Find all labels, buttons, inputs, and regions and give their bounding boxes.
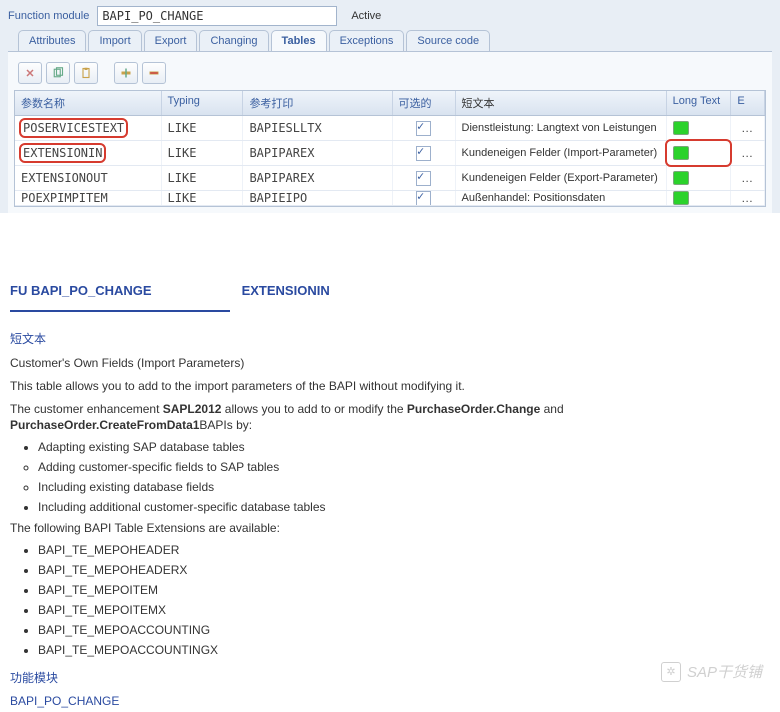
- cell-typing[interactable]: LIKE: [162, 116, 244, 140]
- cell-shorttext[interactable]: Dienstleistung: Langtext von Leistungen: [456, 116, 667, 140]
- cell-ref[interactable]: BAPIEIPO: [243, 191, 392, 206]
- table-row[interactable]: POEXPIMPITEM LIKE BAPIEIPO Außenhandel: …: [15, 191, 765, 206]
- paragraph: The customer enhancement SAPL2012 allows…: [10, 401, 770, 435]
- cell-shorttext[interactable]: Außenhandel: Positionsdaten: [456, 191, 667, 206]
- table-row[interactable]: EXTENSIONOUT LIKE BAPIPAREX Kundeneigen …: [15, 166, 765, 191]
- status-led-icon: [673, 171, 689, 185]
- col-header-optional[interactable]: 可选的: [393, 91, 456, 115]
- cell-param[interactable]: EXTENSIONOUT: [15, 166, 162, 190]
- watermark: ✲ SAP干货铺: [661, 661, 762, 682]
- list-item: BAPI_TE_MEPOHEADER: [38, 543, 770, 557]
- fm-name-link[interactable]: BAPI_PO_CHANGE: [10, 694, 770, 708]
- paragraph: The following BAPI Table Extensions are …: [10, 520, 770, 537]
- tab-tables[interactable]: Tables: [271, 30, 327, 51]
- sap-header-area: Function module Active Attributes Import…: [0, 0, 780, 213]
- doc-title-param: EXTENSIONIN: [242, 283, 330, 298]
- function-module-row: Function module Active: [8, 6, 772, 30]
- tab-export[interactable]: Export: [144, 30, 198, 51]
- status-led-icon: [673, 146, 689, 160]
- list-item: BAPI_TE_MEPOACCOUNTINGX: [38, 643, 770, 657]
- cell-more[interactable]: …: [731, 191, 765, 206]
- insert-row-button[interactable]: [114, 62, 138, 84]
- col-header-longtext[interactable]: Long Text: [667, 91, 732, 115]
- col-header-typing[interactable]: Typing: [162, 91, 244, 115]
- cell-shorttext[interactable]: Kundeneigen Felder (Import-Parameter): [456, 141, 667, 165]
- tab-strip: Attributes Import Export Changing Tables…: [8, 30, 772, 51]
- checkbox-icon[interactable]: [416, 191, 431, 206]
- cell-longtext[interactable]: [667, 166, 732, 190]
- copy-button[interactable]: [46, 62, 70, 84]
- col-header-ref[interactable]: 参考打印: [243, 91, 392, 115]
- cell-longtext[interactable]: [667, 116, 732, 140]
- extension-list: BAPI_TE_MEPOHEADER BAPI_TE_MEPOHEADERX B…: [38, 543, 770, 657]
- cell-typing[interactable]: LIKE: [162, 141, 244, 165]
- cell-param[interactable]: POEXPIMPITEM: [15, 191, 162, 206]
- cell-ref[interactable]: BAPIPAREX: [243, 141, 392, 165]
- cell-typing[interactable]: LIKE: [162, 191, 244, 206]
- list-item: Adding customer-specific fields to SAP t…: [38, 460, 770, 474]
- cell-ref[interactable]: BAPIPAREX: [243, 166, 392, 190]
- tab-changing[interactable]: Changing: [199, 30, 268, 51]
- tab-attributes[interactable]: Attributes: [18, 30, 86, 51]
- cell-optional[interactable]: [393, 116, 456, 140]
- doc-header: FU BAPI_PO_CHANGE EXTENSIONIN: [10, 277, 770, 300]
- col-header-edge[interactable]: E: [731, 91, 765, 115]
- col-header-short[interactable]: 短文本: [456, 91, 667, 115]
- short-text-value: Customer's Own Fields (Import Parameters…: [10, 355, 770, 372]
- tab-body: 参数名称 Typing 参考打印 可选的 短文本 Long Text E POS…: [8, 51, 772, 213]
- cell-param[interactable]: POSERVICESTEXT: [15, 116, 162, 140]
- list-item: BAPI_TE_MEPOITEMX: [38, 603, 770, 617]
- documentation-panel: FU BAPI_PO_CHANGE EXTENSIONIN 短文本 Custom…: [0, 263, 780, 712]
- section-short-text: 短文本: [10, 330, 770, 347]
- paste-button[interactable]: [74, 62, 98, 84]
- table-row[interactable]: POSERVICESTEXT LIKE BAPIESLLTX Dienstlei…: [15, 116, 765, 141]
- list-item: Adapting existing SAP database tables: [38, 440, 770, 454]
- function-module-input[interactable]: [97, 6, 337, 26]
- cell-shorttext[interactable]: Kundeneigen Felder (Export-Parameter): [456, 166, 667, 190]
- tab-exceptions[interactable]: Exceptions: [329, 30, 405, 51]
- cell-optional[interactable]: [393, 191, 456, 206]
- sub-bullet-list: Adding customer-specific fields to SAP t…: [38, 460, 770, 494]
- cell-ref[interactable]: BAPIESLLTX: [243, 116, 392, 140]
- grid-header-row: 参数名称 Typing 参考打印 可选的 短文本 Long Text E: [15, 91, 765, 116]
- col-header-param[interactable]: 参数名称: [15, 91, 162, 115]
- list-item: Including existing database fields: [38, 480, 770, 494]
- fm-label: Function module: [8, 10, 89, 22]
- delete-row-button[interactable]: [142, 62, 166, 84]
- fm-status: Active: [351, 10, 381, 22]
- tab-source-code[interactable]: Source code: [406, 30, 490, 51]
- cell-optional[interactable]: [393, 141, 456, 165]
- cell-more[interactable]: …: [731, 141, 765, 165]
- paragraph: This table allows you to add to the impo…: [10, 378, 770, 395]
- separator: [10, 310, 230, 312]
- bullet-list: Adapting existing SAP database tables: [38, 440, 770, 454]
- bullet-list: Including additional customer-specific d…: [38, 500, 770, 514]
- status-led-icon: [673, 191, 689, 205]
- cell-more[interactable]: …: [731, 116, 765, 140]
- list-item: BAPI_TE_MEPOITEM: [38, 583, 770, 597]
- status-led-icon: [673, 121, 689, 135]
- cell-longtext[interactable]: [667, 191, 732, 206]
- cell-optional[interactable]: [393, 166, 456, 190]
- tab-import[interactable]: Import: [88, 30, 141, 51]
- cell-param[interactable]: EXTENSIONIN: [15, 141, 162, 165]
- wechat-icon: ✲: [661, 662, 681, 682]
- watermark-text: SAP干货铺: [687, 661, 762, 682]
- cell-typing[interactable]: LIKE: [162, 166, 244, 190]
- parameter-grid: 参数名称 Typing 参考打印 可选的 短文本 Long Text E POS…: [14, 90, 766, 207]
- list-item: BAPI_TE_MEPOACCOUNTING: [38, 623, 770, 637]
- doc-title-fu: FU BAPI_PO_CHANGE: [10, 283, 152, 298]
- checkbox-icon[interactable]: [416, 171, 431, 186]
- cell-longtext[interactable]: [667, 141, 732, 165]
- list-item: Including additional customer-specific d…: [38, 500, 770, 514]
- table-toolbar: [14, 58, 766, 90]
- section-function-module: 功能模块: [10, 669, 770, 686]
- checkbox-icon[interactable]: [416, 121, 431, 136]
- list-item: BAPI_TE_MEPOHEADERX: [38, 563, 770, 577]
- cut-button[interactable]: [18, 62, 42, 84]
- checkbox-icon[interactable]: [416, 146, 431, 161]
- table-row[interactable]: EXTENSIONIN LIKE BAPIPAREX Kundeneigen F…: [15, 141, 765, 166]
- cell-more[interactable]: …: [731, 166, 765, 190]
